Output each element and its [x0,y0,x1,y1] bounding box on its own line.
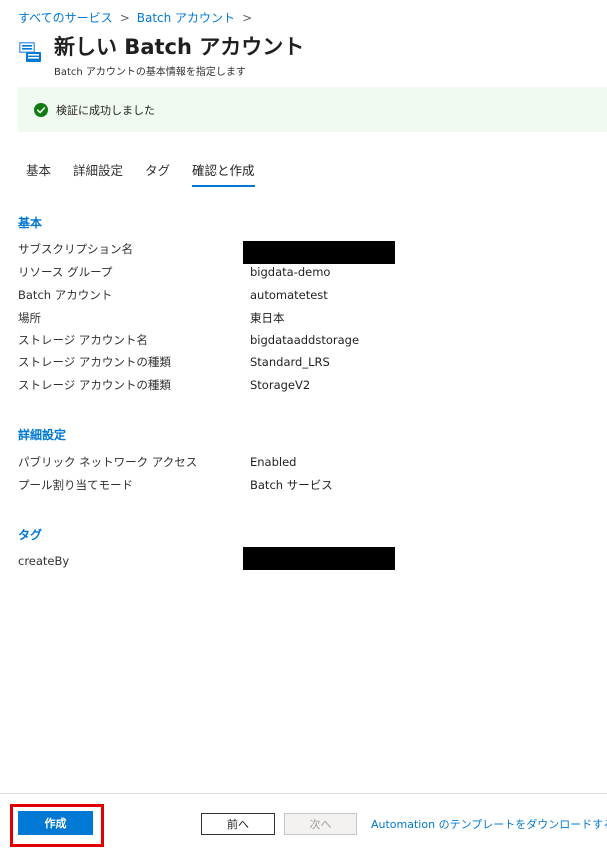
row-label: ストレージ アカウントの種類 [18,378,171,392]
row-value: bigdataaddstorage [250,333,360,347]
row-label: パブリック ネットワーク アクセス [18,455,198,469]
page-title: 新しい Batch アカウント [54,35,305,59]
row-value: StorageV2 [250,378,311,392]
summary-row: リソース グループ bigdata-demo [18,263,438,281]
previous-button[interactable]: 前へ [201,813,275,835]
banner-text: 検証に成功しました [56,103,155,117]
summary-row: ストレージ アカウントの種類 Standard_LRS [18,353,438,371]
breadcrumb-separator: > [119,10,130,25]
summary-row: パブリック ネットワーク アクセス Enabled [18,453,438,471]
create-button[interactable]: 作成 [18,811,93,835]
summary-row: プール割り当てモード Batch サービス [18,476,438,494]
batch-account-icon [19,42,41,62]
redacted-tag-value [243,547,395,570]
row-value: automatetest [250,288,328,302]
footer-divider [0,793,607,794]
summary-row: 場所 東日本 [18,309,438,327]
section-title-tags: タグ [18,528,43,542]
summary-row: ストレージ アカウント名 bigdataaddstorage [18,331,438,349]
breadcrumb-all-services[interactable]: すべてのサービス [18,9,113,26]
tab-advanced[interactable]: 詳細設定 [73,160,123,187]
tab-tags[interactable]: タグ [145,160,170,187]
summary-row: Batch アカウント automatetest [18,286,438,304]
row-label: プール割り当てモード [18,478,133,492]
summary-row: ストレージ アカウントの種類 StorageV2 [18,376,438,394]
row-value: Batch サービス [250,478,333,492]
row-value: 東日本 [250,311,285,325]
tab-review-create[interactable]: 確認と作成 [192,160,255,187]
row-label: createBy [18,554,70,568]
validation-banner: 検証に成功しました [18,87,607,132]
row-label: サブスクリプション名 [18,242,133,256]
row-value: Enabled [250,455,297,469]
row-label: ストレージ アカウントの種類 [18,355,171,369]
row-label: リソース グループ [18,265,113,279]
check-circle-icon [34,102,48,117]
row-label: 場所 [18,311,41,325]
row-label: Batch アカウント [18,288,113,302]
row-value: bigdata-demo [250,265,331,279]
row-label: ストレージ アカウント名 [18,333,148,347]
row-value: Standard_LRS [250,355,330,369]
page-subtitle: Batch アカウントの基本情報を指定します [54,67,246,78]
section-title-advanced: 詳細設定 [18,428,67,442]
tab-basics[interactable]: 基本 [26,160,51,187]
next-button[interactable]: 次へ [284,813,357,835]
breadcrumb-batch-accounts[interactable]: Batch アカウント [137,9,235,26]
download-template-link[interactable]: Automation のテンプレートをダウンロードする [371,816,607,832]
section-title-basics: 基本 [18,216,43,230]
tab-bar: 基本 詳細設定 タグ 確認と作成 [26,160,277,187]
redacted-subscription [243,241,395,264]
breadcrumb-separator: > [242,10,253,25]
page-header: 新しい Batch アカウント Batch アカウントの基本情報を指定します [18,34,304,78]
breadcrumb: すべてのサービス > Batch アカウント > [18,9,259,26]
